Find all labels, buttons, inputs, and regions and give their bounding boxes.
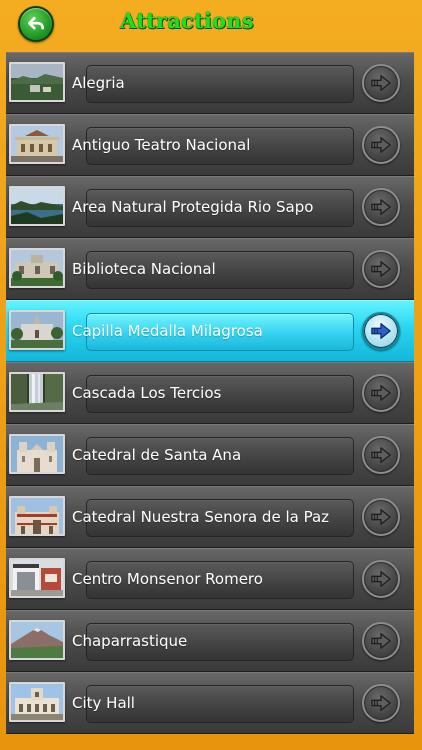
arrow-right-icon xyxy=(371,695,391,711)
arrow-right-icon xyxy=(371,633,391,649)
open-detail-button[interactable] xyxy=(362,250,400,288)
open-detail-button[interactable] xyxy=(362,126,400,164)
attraction-name: Catedral de Santa Ana xyxy=(72,446,242,464)
list-item[interactable]: Chaparrastique xyxy=(6,610,414,672)
attractions-list: Alegria Antiguo Teatro Nacional Area Nat… xyxy=(6,52,414,750)
list-item[interactable]: Catedral de Santa Ana xyxy=(6,424,414,486)
open-detail-button[interactable] xyxy=(362,374,400,412)
open-detail-button[interactable] xyxy=(362,188,400,226)
attraction-name: Alegria xyxy=(72,74,125,92)
arrow-right-icon xyxy=(371,447,391,463)
open-detail-button[interactable] xyxy=(362,684,400,722)
app-window: Attractions Alegria Antiguo Teatro Nacio… xyxy=(0,0,422,750)
thumbnail-image xyxy=(9,620,65,660)
page-title: Attractions xyxy=(120,8,254,33)
list-item[interactable]: Area Natural Protegida Rio Sapo xyxy=(6,176,414,238)
list-item[interactable]: Alegria xyxy=(6,52,414,114)
open-detail-button[interactable] xyxy=(362,64,400,102)
open-detail-button[interactable] xyxy=(362,622,400,660)
list-item[interactable]: Biblioteca Nacional xyxy=(6,238,414,300)
back-arrow-icon xyxy=(28,16,45,30)
arrow-right-icon xyxy=(371,261,391,277)
list-item-selected[interactable]: Capilla Medalla Milagrosa xyxy=(6,300,414,362)
thumbnail-image xyxy=(9,124,65,164)
arrow-right-icon xyxy=(371,509,391,525)
attraction-name: Cascada Los Tercios xyxy=(72,384,222,402)
arrow-right-icon xyxy=(371,199,391,215)
thumbnail-image xyxy=(9,682,65,722)
open-detail-button[interactable] xyxy=(362,312,400,350)
back-button[interactable] xyxy=(18,6,54,42)
list-item[interactable]: City Hall xyxy=(6,672,414,734)
arrow-right-icon xyxy=(371,323,391,339)
open-detail-button[interactable] xyxy=(362,560,400,598)
thumbnail-image xyxy=(9,310,65,350)
thumbnail-image xyxy=(9,372,65,412)
list-item[interactable]: Antiguo Teatro Nacional xyxy=(6,114,414,176)
arrow-right-icon xyxy=(371,137,391,153)
attraction-name: Biblioteca Nacional xyxy=(72,260,216,278)
attraction-name: Area Natural Protegida Rio Sapo xyxy=(72,198,314,216)
thumbnail-image xyxy=(9,186,65,226)
thumbnail-image xyxy=(9,62,65,102)
open-detail-button[interactable] xyxy=(362,498,400,536)
attraction-name: Catedral Nuestra Senora de la Paz xyxy=(72,508,330,526)
thumbnail-image xyxy=(9,434,65,474)
list-item[interactable]: Centro Monsenor Romero xyxy=(6,548,414,610)
thumbnail-image xyxy=(9,496,65,536)
attraction-name: Antiguo Teatro Nacional xyxy=(72,136,251,154)
attraction-name: City Hall xyxy=(72,694,135,712)
arrow-right-icon xyxy=(371,75,391,91)
list-item[interactable]: Catedral Nuestra Senora de la Paz xyxy=(6,486,414,548)
list-item[interactable]: Cascada Los Tercios xyxy=(6,362,414,424)
thumbnail-image xyxy=(9,248,65,288)
arrow-right-icon xyxy=(371,385,391,401)
attraction-name: Centro Monsenor Romero xyxy=(72,570,263,588)
open-detail-button[interactable] xyxy=(362,436,400,474)
attraction-name: Chaparrastique xyxy=(72,632,188,650)
thumbnail-image xyxy=(9,558,65,598)
header-bar: Attractions xyxy=(0,0,422,52)
arrow-right-icon xyxy=(371,571,391,587)
attraction-name: Capilla Medalla Milagrosa xyxy=(72,322,263,340)
